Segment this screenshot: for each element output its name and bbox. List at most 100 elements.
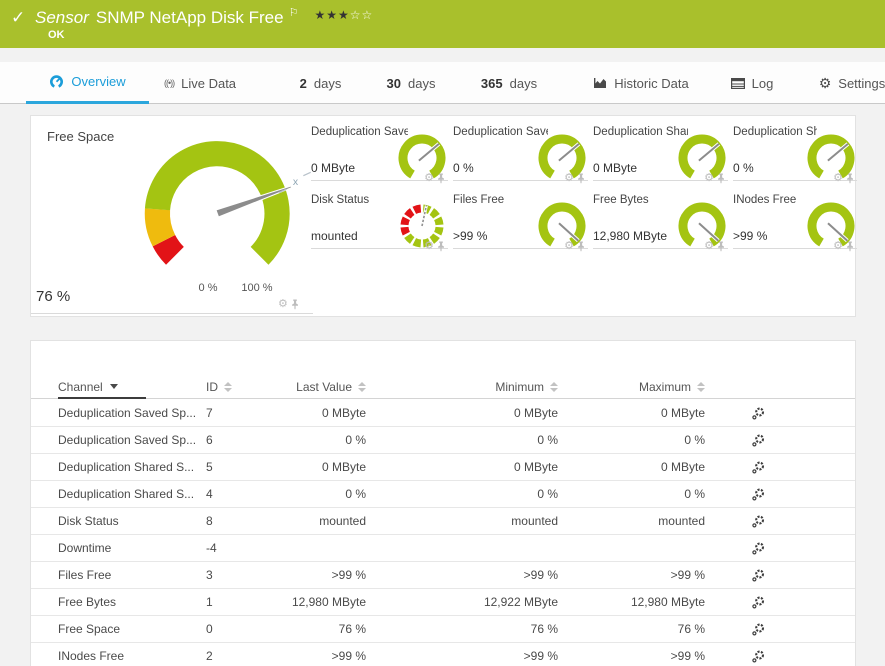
- channel-id: 4: [206, 487, 276, 501]
- star-icon[interactable]: ★: [326, 8, 338, 22]
- sensor-kind-label: Sensor: [35, 8, 89, 27]
- mini-gauge-inodes-free: INodes Free >99 % ⚙: [733, 194, 857, 249]
- flag-icon[interactable]: ⚐: [289, 7, 299, 19]
- tab-label: Overview: [71, 74, 125, 89]
- mini-gauge-deduplication-saved-s: Deduplication Saved S...0 MByte⚙: [311, 126, 448, 181]
- gauge-actions: ⚙: [564, 241, 585, 252]
- pin-icon[interactable]: [846, 173, 854, 184]
- table-header-row: ChannelIDLast ValueMinimumMaximum: [31, 375, 855, 399]
- gauge-value: >99 %: [733, 229, 767, 243]
- channel-edit-icon[interactable]: [751, 487, 766, 502]
- gear-icon[interactable]: ⚙: [424, 241, 434, 252]
- tab-log[interactable]: Log: [712, 62, 792, 104]
- pin-icon[interactable]: [717, 173, 725, 184]
- tab-2-days[interactable]: 2 days: [283, 62, 358, 104]
- last-value: 76 %: [276, 622, 366, 636]
- table-row: INodes Free2>99 %>99 %>99 %: [31, 643, 855, 666]
- col-header-id[interactable]: ID: [206, 380, 276, 394]
- channel-edit-icon[interactable]: [751, 568, 766, 583]
- channel-edit-icon[interactable]: [751, 433, 766, 448]
- star-icon[interactable]: ★: [338, 8, 350, 22]
- maximum-value: 0 %: [558, 433, 705, 447]
- tab-number: 2: [300, 76, 307, 91]
- pin-icon[interactable]: [291, 299, 299, 310]
- gear-icon[interactable]: ⚙: [833, 241, 843, 252]
- gauge-value: 0 %: [733, 161, 754, 175]
- channel-edit-icon[interactable]: [751, 406, 766, 421]
- gauge-actions: ⚙: [278, 299, 299, 310]
- sorted-column-underline: [58, 397, 146, 399]
- tab-overview[interactable]: Overview: [26, 62, 149, 104]
- pin-icon[interactable]: [717, 241, 725, 252]
- gear-icon[interactable]: ⚙: [564, 241, 574, 252]
- gear-icon[interactable]: ⚙: [564, 173, 574, 184]
- tab-bar: Overview ((•))Live Data 2 days 30days 365days…: [0, 62, 885, 104]
- gauge-actions: ⚙: [424, 173, 445, 184]
- gear-icon[interactable]: ⚙: [424, 173, 434, 184]
- star-icon[interactable]: ☆: [350, 8, 362, 22]
- table-row: Deduplication Shared S...50 MByte0 MByte…: [31, 454, 855, 481]
- star-icon[interactable]: ☆: [362, 8, 374, 22]
- gauge-title: Free Bytes: [593, 194, 688, 206]
- tab-historic-data[interactable]: Historic Data: [576, 62, 706, 104]
- channel-edit-icon[interactable]: [751, 649, 766, 664]
- sensor-header: ✓ SensorSNMP NetApp Disk Free⚐★★★☆☆ OK: [0, 0, 885, 48]
- priority-stars[interactable]: ★★★☆☆: [314, 8, 373, 22]
- col-header-last-value[interactable]: Last Value: [276, 380, 366, 394]
- star-icon[interactable]: ★: [314, 8, 326, 22]
- gauge-actions: ⚙: [704, 241, 725, 252]
- pin-icon[interactable]: [437, 241, 445, 252]
- last-value: 0 %: [276, 487, 366, 501]
- table-row: Files Free3>99 %>99 %>99 %: [31, 562, 855, 589]
- channel-id: 0: [206, 622, 276, 636]
- channel-id: 8: [206, 514, 276, 528]
- sort-caret-icon: [697, 382, 705, 392]
- gauge-title: INodes Free: [733, 194, 817, 206]
- gauge-title: Deduplication Saved S...: [453, 126, 548, 138]
- pin-icon[interactable]: [437, 173, 445, 184]
- channel-edit-icon[interactable]: [751, 622, 766, 637]
- table-row: Deduplication Shared S...40 %0 %0 %: [31, 481, 855, 508]
- col-header-channel[interactable]: Channel: [58, 380, 206, 394]
- pin-icon[interactable]: [577, 241, 585, 252]
- gear-icon[interactable]: ⚙: [704, 173, 714, 184]
- channel-id: 5: [206, 460, 276, 474]
- col-header-maximum[interactable]: Maximum: [558, 380, 705, 394]
- channel-name: INodes Free: [58, 649, 206, 663]
- table-row: Deduplication Saved Sp...70 MByte0 MByte…: [31, 400, 855, 427]
- gear-icon[interactable]: ⚙: [278, 299, 288, 310]
- maximum-value: 12,980 MByte: [558, 595, 705, 609]
- tab-365-days[interactable]: 365days: [470, 62, 548, 104]
- gear-icon[interactable]: ⚙: [833, 173, 843, 184]
- channel-edit-icon[interactable]: [751, 460, 766, 475]
- tab-30-days[interactable]: 30days: [373, 62, 449, 104]
- minimum-value: 0 %: [366, 433, 558, 447]
- tab-label: days: [314, 76, 341, 91]
- channel-id: 7: [206, 406, 276, 420]
- tab-number: 30: [387, 76, 401, 91]
- status-badge: OK: [48, 29, 65, 41]
- channel-name: Deduplication Shared S...: [58, 487, 206, 501]
- gear-icon[interactable]: ⚙: [704, 241, 714, 252]
- tab-label: Log: [752, 76, 774, 91]
- channel-edit-icon[interactable]: [751, 595, 766, 610]
- tab-settings[interactable]: ⚙Settings: [812, 62, 885, 104]
- channel-edit-icon[interactable]: [751, 541, 766, 556]
- page-title: SNMP NetApp Disk Free: [96, 8, 284, 27]
- col-header-minimum[interactable]: Minimum: [366, 380, 558, 394]
- gauge-value: 0 %: [453, 161, 474, 175]
- gauge-actions: ⚙: [704, 173, 725, 184]
- minimum-value: 0 %: [366, 487, 558, 501]
- pin-icon[interactable]: [846, 241, 854, 252]
- gauge-value: 0 MByte: [593, 161, 637, 175]
- gauge-value: mounted: [311, 229, 358, 243]
- sensor-overview-page: ✓ SensorSNMP NetApp Disk Free⚐★★★☆☆ OK O…: [0, 0, 885, 666]
- tab-live-data[interactable]: ((•))Live Data: [150, 62, 250, 104]
- historic-chart-icon: [593, 77, 607, 89]
- minimum-value: 0 MByte: [366, 406, 558, 420]
- gauge-scale-max: 100 %: [231, 282, 283, 294]
- channel-edit-icon[interactable]: [751, 514, 766, 529]
- pin-icon[interactable]: [577, 173, 585, 184]
- minimum-value: >99 %: [366, 649, 558, 663]
- maximum-value: 0 %: [558, 487, 705, 501]
